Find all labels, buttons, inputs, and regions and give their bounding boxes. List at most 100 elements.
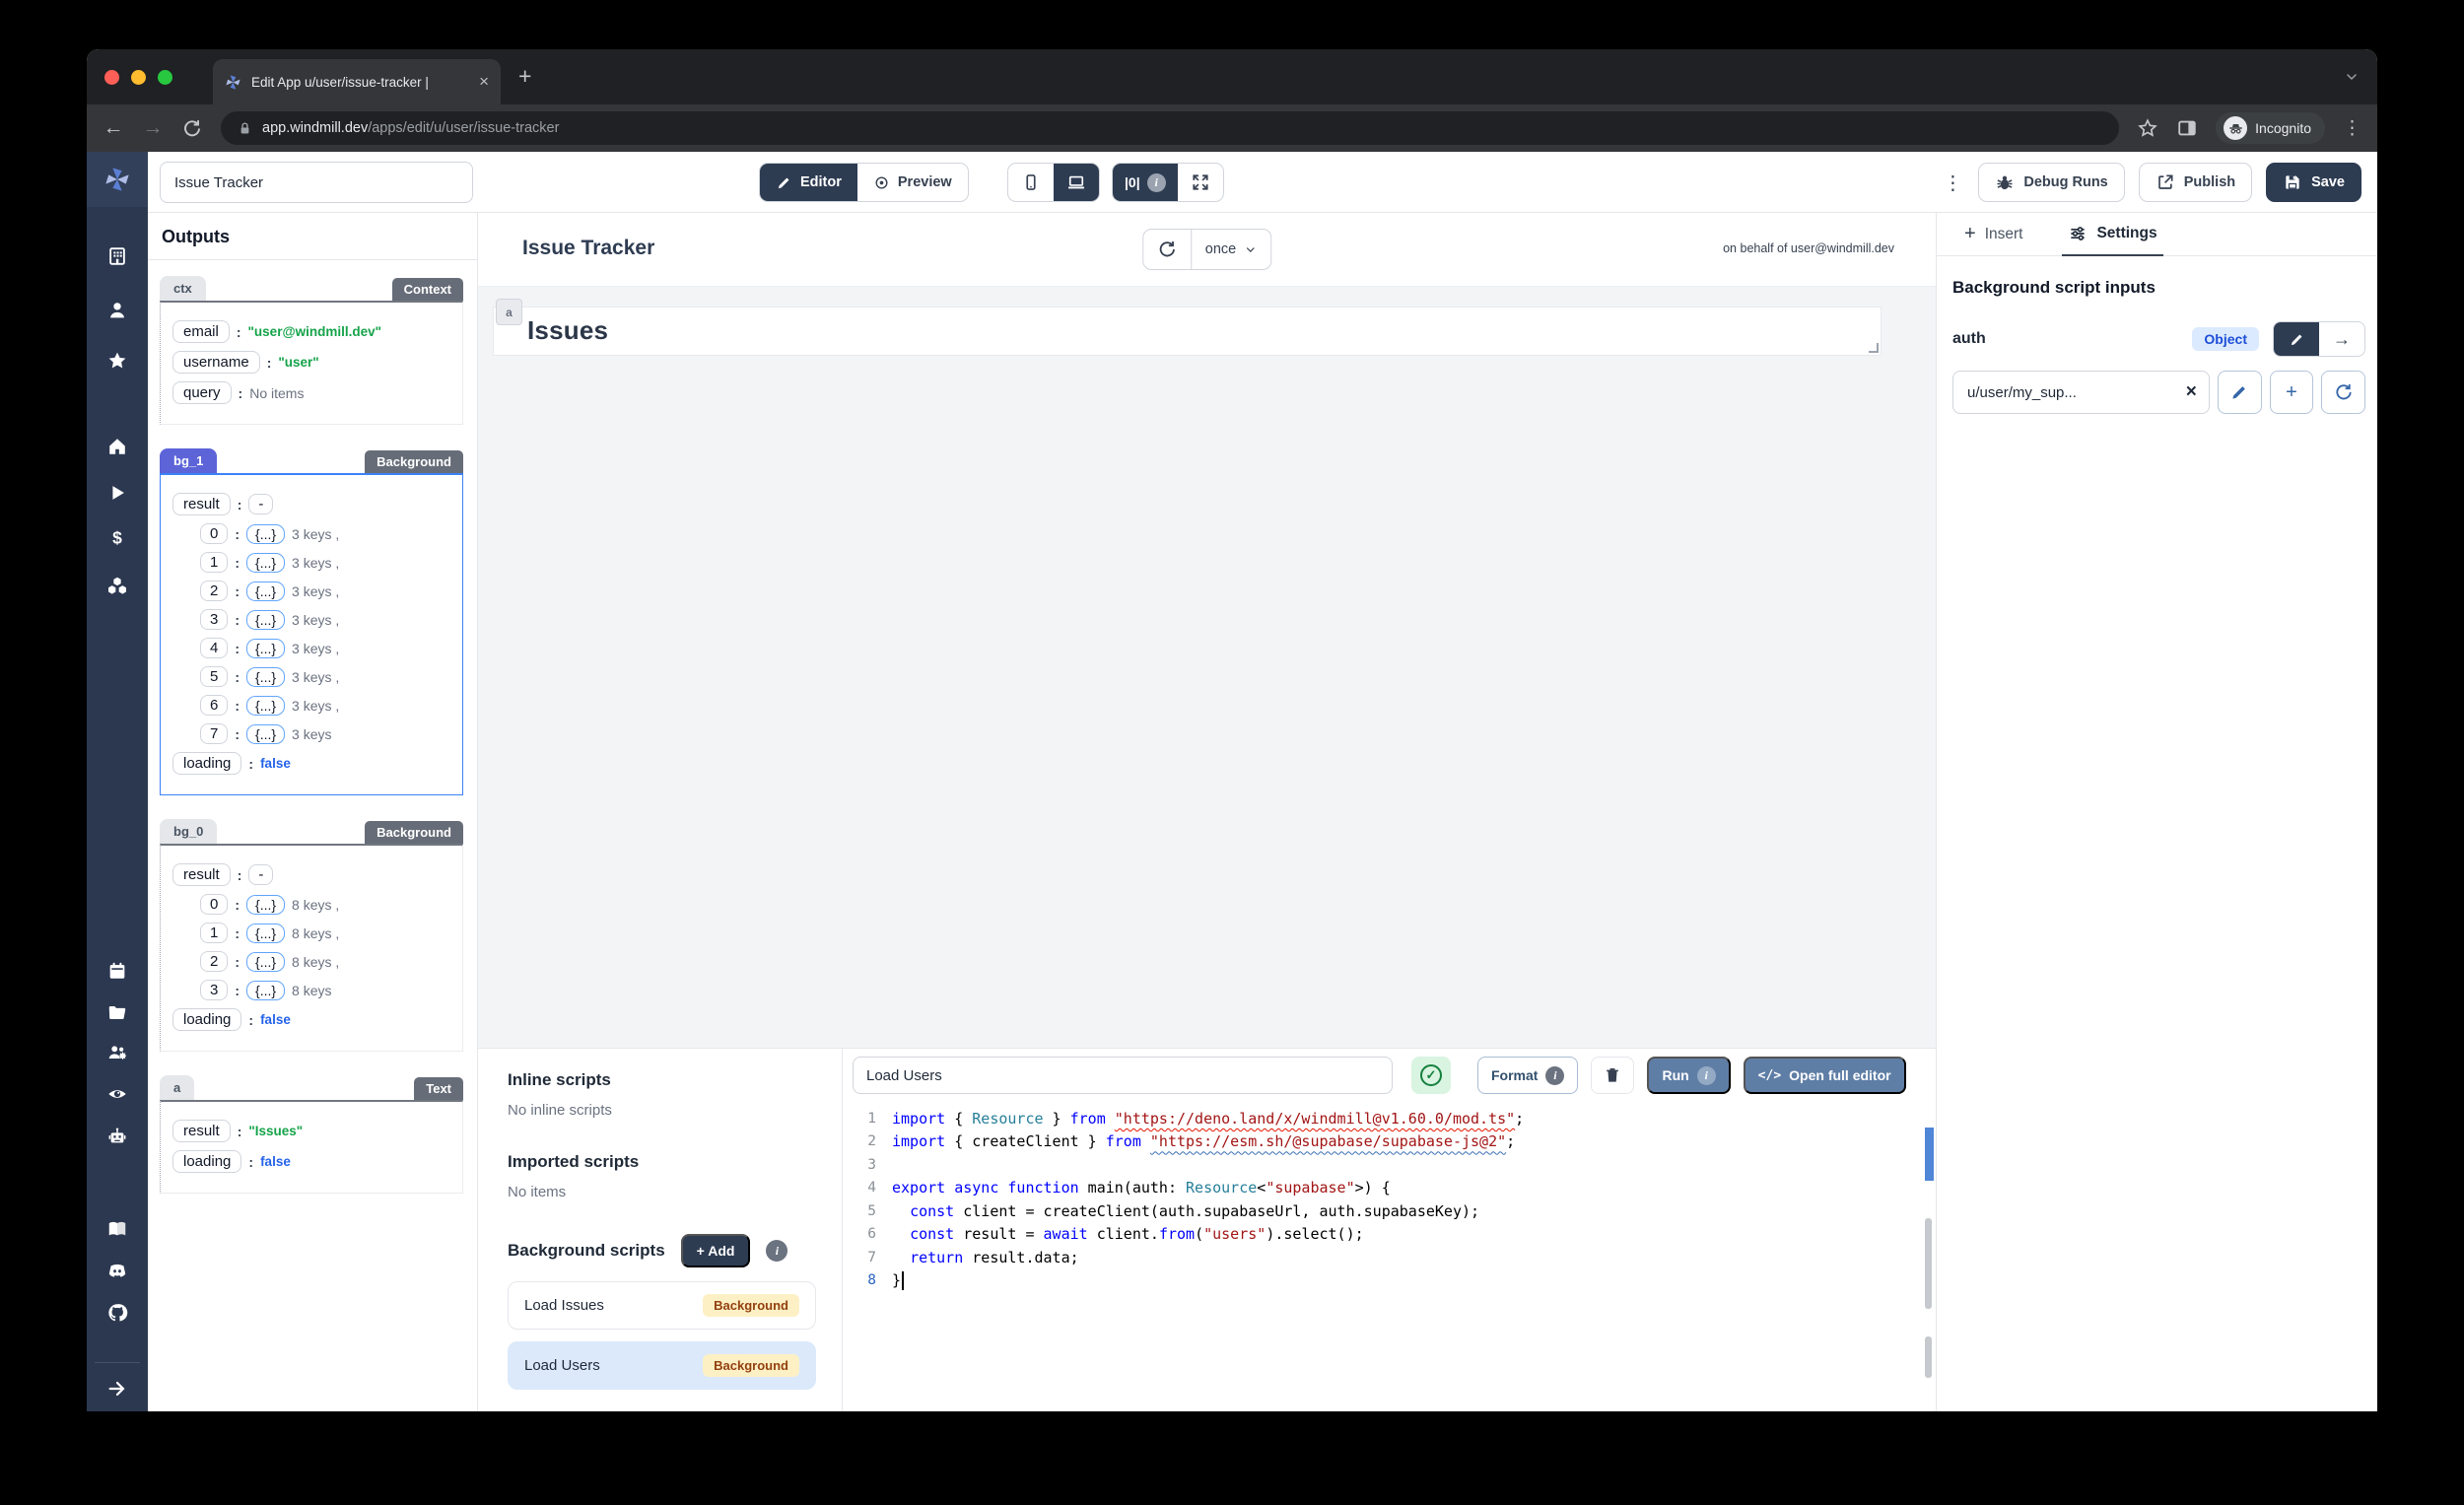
tab-settings[interactable]: Settings bbox=[2062, 213, 2162, 256]
tab-insert[interactable]: + Insert bbox=[1958, 213, 2028, 255]
output-card-tab[interactable]: bg_0 bbox=[160, 819, 217, 844]
json-object-pill[interactable]: {...} bbox=[246, 724, 285, 744]
address-input[interactable]: app.windmill.dev/apps/edit/u/user/issue-… bbox=[221, 111, 2119, 145]
browser-menu-button[interactable]: ⋮ bbox=[2343, 117, 2361, 140]
sidebar-item-apps-icon[interactable] bbox=[106, 245, 128, 267]
tab-close-icon[interactable]: × bbox=[479, 72, 489, 92]
code-line[interactable]: 5 const client = createClient(auth.supab… bbox=[843, 1199, 1936, 1223]
output-card-tab[interactable]: a bbox=[160, 1075, 194, 1100]
sidebar-item-star-icon[interactable] bbox=[106, 350, 128, 372]
json-key-pill[interactable]: query bbox=[172, 381, 232, 404]
sidebar-item-cubes-icon[interactable] bbox=[106, 575, 128, 596]
collapse-toggle[interactable]: - bbox=[248, 494, 273, 514]
json-object-pill[interactable]: {...} bbox=[246, 553, 285, 573]
traffic-lights[interactable] bbox=[104, 70, 172, 85]
publish-button[interactable]: Publish bbox=[2139, 163, 2252, 202]
json-object-pill[interactable]: {...} bbox=[246, 952, 285, 972]
edit-resource-button[interactable] bbox=[2218, 371, 2262, 414]
side-panel-icon[interactable] bbox=[2176, 117, 2198, 139]
sidebar-item-person-icon[interactable] bbox=[106, 300, 128, 321]
sidebar-item-play-icon[interactable] bbox=[106, 482, 128, 504]
sidebar-item-folder-icon[interactable] bbox=[106, 1001, 128, 1023]
json-object-pill[interactable]: {...} bbox=[246, 924, 285, 943]
collapse-sidebar-arrow-icon[interactable] bbox=[106, 1378, 128, 1400]
app-menu-kebab-button[interactable]: ⋮ bbox=[1943, 171, 1962, 195]
hide-schema-button[interactable]: |0| i bbox=[1113, 164, 1178, 201]
json-object-pill[interactable]: {...} bbox=[246, 895, 285, 915]
json-key-pill[interactable]: username bbox=[172, 351, 260, 374]
windmill-logo[interactable] bbox=[87, 152, 148, 207]
code-line[interactable]: 7 return result.data; bbox=[843, 1246, 1936, 1269]
refresh-app-button[interactable] bbox=[1143, 230, 1191, 269]
json-index-pill[interactable]: 1 bbox=[200, 552, 228, 573]
minimize-window-button[interactable] bbox=[131, 70, 146, 85]
json-object-pill[interactable]: {...} bbox=[246, 524, 285, 544]
json-key-pill[interactable]: result bbox=[172, 863, 231, 886]
code-area[interactable]: 1import { Resource } from "https://deno.… bbox=[843, 1102, 1936, 1411]
sidebar-item-github-icon[interactable] bbox=[106, 1302, 128, 1324]
app-name-input[interactable] bbox=[160, 162, 473, 203]
component-id-chip[interactable]: a bbox=[496, 299, 522, 325]
app-canvas[interactable]: a Issues bbox=[478, 287, 1936, 1048]
json-index-pill[interactable]: 0 bbox=[200, 894, 228, 915]
tab-search-chevron-icon[interactable] bbox=[2344, 69, 2360, 85]
sidebar-item-book-icon[interactable] bbox=[106, 1218, 128, 1240]
json-key-pill[interactable]: result bbox=[172, 493, 231, 515]
scrollbar-thumb[interactable] bbox=[1925, 1336, 1932, 1378]
code-line[interactable]: 3 bbox=[843, 1153, 1936, 1177]
clear-icon[interactable]: × bbox=[2186, 381, 2197, 403]
json-index-pill[interactable]: 0 bbox=[200, 523, 228, 544]
json-index-pill[interactable]: 1 bbox=[200, 923, 228, 943]
desktop-view-button[interactable] bbox=[1054, 164, 1099, 201]
code-line[interactable]: 6 const result = await client.from("user… bbox=[843, 1223, 1936, 1247]
code-line[interactable]: 8} bbox=[843, 1269, 1936, 1293]
static-mode-button[interactable] bbox=[2274, 322, 2319, 356]
add-resource-button[interactable]: + bbox=[2270, 371, 2314, 414]
json-object-pill[interactable]: {...} bbox=[246, 667, 285, 687]
output-card-tab[interactable]: ctx bbox=[160, 276, 206, 301]
code-line[interactable]: 1import { Resource } from "https://deno.… bbox=[843, 1107, 1936, 1130]
tab-preview[interactable]: Preview bbox=[857, 164, 968, 201]
zoom-window-button[interactable] bbox=[158, 70, 172, 85]
json-index-pill[interactable]: 4 bbox=[200, 638, 228, 658]
json-object-pill[interactable]: {...} bbox=[246, 696, 285, 716]
back-button[interactable]: ← bbox=[103, 117, 124, 139]
fullscreen-button[interactable] bbox=[1178, 164, 1223, 201]
delete-script-button[interactable] bbox=[1591, 1057, 1634, 1094]
open-full-editor-button[interactable]: </> Open full editor bbox=[1744, 1057, 1906, 1094]
mobile-view-button[interactable] bbox=[1008, 164, 1054, 201]
sidebar-item-robot-icon[interactable] bbox=[106, 1126, 128, 1147]
add-background-script-button[interactable]: + Add bbox=[681, 1234, 751, 1267]
json-object-pill[interactable]: {...} bbox=[246, 981, 285, 1000]
json-key-pill[interactable]: loading bbox=[172, 1150, 241, 1173]
json-key-pill[interactable]: email bbox=[172, 320, 230, 343]
sidebar-item-discord-icon[interactable] bbox=[106, 1260, 128, 1281]
json-object-pill[interactable]: {...} bbox=[246, 639, 285, 658]
text-component[interactable]: Issues bbox=[493, 307, 1882, 356]
background-script-item[interactable]: Load IssuesBackground bbox=[508, 1281, 816, 1330]
tab-editor[interactable]: Editor bbox=[760, 164, 857, 201]
json-index-pill[interactable]: 2 bbox=[200, 951, 228, 972]
scrollbar-thumb[interactable] bbox=[1925, 1218, 1932, 1309]
json-index-pill[interactable]: 7 bbox=[200, 723, 228, 744]
close-window-button[interactable] bbox=[104, 70, 119, 85]
new-tab-button[interactable]: + bbox=[518, 65, 531, 88]
save-button[interactable]: Save bbox=[2266, 163, 2361, 202]
connect-mode-button[interactable]: → bbox=[2319, 322, 2364, 356]
json-object-pill[interactable]: {...} bbox=[246, 610, 285, 630]
sidebar-item-eye-icon[interactable] bbox=[106, 1083, 128, 1105]
json-index-pill[interactable]: 3 bbox=[200, 609, 228, 630]
code-line[interactable]: 4export async function main(auth: Resour… bbox=[843, 1177, 1936, 1200]
json-object-pill[interactable]: {...} bbox=[246, 581, 285, 601]
script-name-input[interactable] bbox=[853, 1057, 1393, 1094]
background-script-item[interactable]: Load UsersBackground bbox=[508, 1341, 816, 1390]
json-key-pill[interactable]: result bbox=[172, 1120, 231, 1142]
refresh-resource-button[interactable] bbox=[2321, 371, 2365, 414]
run-button[interactable]: Run i bbox=[1647, 1057, 1730, 1094]
browser-tab[interactable]: Edit App u/user/issue-tracker | × bbox=[213, 59, 501, 104]
run-mode-dropdown[interactable]: once bbox=[1191, 230, 1270, 269]
resize-handle[interactable] bbox=[1869, 343, 1879, 353]
sidebar-item-users-gear-icon[interactable] bbox=[106, 1042, 128, 1063]
resource-picker-input[interactable]: u/user/my_sup... × bbox=[1952, 371, 2210, 414]
code-line[interactable]: 2import { createClient } from "https://e… bbox=[843, 1130, 1936, 1154]
